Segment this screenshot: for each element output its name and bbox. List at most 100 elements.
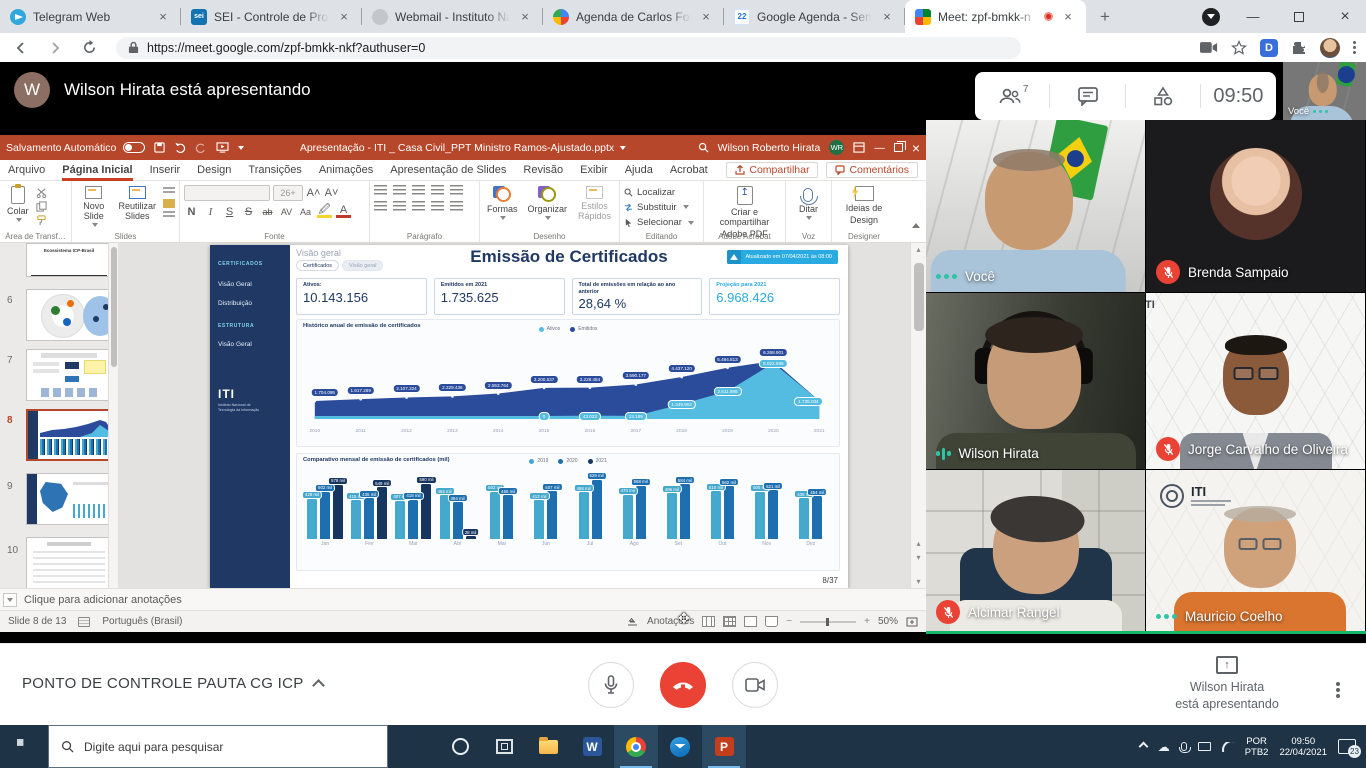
cortana-button[interactable] (438, 725, 482, 768)
ppt-minimize-button[interactable]: — (874, 142, 885, 154)
video-tile-wilson[interactable]: Wilson Hirata (926, 293, 1146, 470)
ppt-menu-tab[interactable]: Transições (248, 160, 301, 181)
minimize-button[interactable]: — (1232, 0, 1274, 33)
numbering-icon[interactable] (393, 185, 406, 196)
font-name-box[interactable] (184, 185, 270, 201)
tab-close-icon[interactable]: × (1060, 9, 1076, 25)
undo-icon[interactable] (173, 141, 187, 155)
tray-expand-icon[interactable] (1140, 743, 1147, 750)
thumbnail-scrollbar[interactable] (108, 243, 118, 588)
close-button[interactable]: × (1324, 0, 1366, 33)
bold-icon[interactable]: N (184, 206, 199, 218)
extension-d-icon[interactable]: D (1260, 39, 1278, 57)
thumbnail-slide-8-selected[interactable] (26, 409, 112, 461)
slide-canvas[interactable]: CERTIFICADOS Visão Geral Distribuição ES… (130, 243, 910, 588)
vertical-scrollbar[interactable]: ▴ ▴ ▾ ▾ (910, 243, 926, 588)
scroll-down-icon[interactable]: ▾ (911, 577, 926, 586)
activities-button[interactable] (1126, 72, 1201, 120)
participants-button[interactable]: 7 (975, 72, 1050, 120)
onedrive-cloud-icon[interactable]: ☁ (1158, 740, 1170, 754)
replace-button[interactable]: Substituir (624, 201, 689, 213)
ppt-menu-tab[interactable]: Exibir (580, 160, 608, 181)
clock-indicator[interactable]: 09:5022/04/2021 (1279, 736, 1327, 758)
strikethrough-icon[interactable]: S (241, 206, 256, 218)
extensions-puzzle-icon[interactable] (1291, 40, 1307, 56)
previous-slide-icon[interactable]: ▴ (911, 539, 926, 548)
forward-icon[interactable] (42, 35, 68, 61)
ppt-titlebar[interactable]: Salvamento Automático Apresentação - ITI… (0, 135, 926, 160)
tab-close-icon[interactable]: × (155, 9, 171, 25)
tab-close-icon[interactable]: × (517, 9, 533, 25)
align-right-icon[interactable] (412, 201, 425, 212)
arrange-button[interactable]: Organizar (525, 185, 571, 221)
design-ideas-button[interactable]: Ideias deDesign (843, 185, 886, 226)
normal-view-icon[interactable] (702, 616, 715, 627)
back-icon[interactable] (8, 35, 34, 61)
redo-icon[interactable] (194, 141, 208, 155)
action-center-icon[interactable]: 23 (1338, 739, 1356, 754)
copy-icon[interactable] (36, 201, 47, 212)
tab-close-icon[interactable]: × (698, 9, 714, 25)
profile-avatar[interactable] (1320, 38, 1340, 58)
collapse-notes-icon[interactable] (3, 593, 17, 607)
tab-sei[interactable]: sei SEI - Controle de Proc × (181, 0, 362, 33)
language-label[interactable]: Português (Brasil) (102, 616, 182, 627)
tab-close-icon[interactable]: × (336, 9, 352, 25)
start-button[interactable] (0, 725, 48, 768)
thumbnail-slide-5[interactable]: Ecossistema ICP-Brasil (26, 243, 112, 277)
next-slide-icon[interactable]: ▾ (911, 553, 926, 562)
mail-button[interactable] (658, 725, 702, 768)
start-slideshow-icon[interactable] (215, 141, 229, 155)
powerpoint-button[interactable]: P (702, 725, 746, 768)
autosave-toggle[interactable] (123, 142, 145, 153)
more-options-icon[interactable] (1336, 680, 1340, 700)
mic-button[interactable] (588, 662, 634, 708)
tab-telegram[interactable]: Telegram Web × (0, 0, 181, 33)
taskbar-search-input[interactable]: Digite aqui para pesquisar (48, 725, 388, 768)
font-size-box[interactable]: 26+ (273, 185, 303, 201)
scroll-up-icon[interactable]: ▴ (911, 245, 926, 254)
slide-sorter-icon[interactable] (723, 616, 736, 627)
self-view-tile[interactable]: Você (1283, 62, 1366, 120)
font-color-icon[interactable]: A (336, 206, 351, 218)
ppt-menu-tab[interactable]: Design (197, 160, 231, 181)
paste-button[interactable]: Colar (4, 185, 32, 223)
slide-thumbnail-panel[interactable]: Ecossistema ICP-Brasil 6 7 (0, 243, 118, 588)
thumbnail-slide-9[interactable] (26, 473, 112, 525)
fit-to-window-icon[interactable] (906, 616, 918, 628)
slideshow-icon[interactable] (765, 616, 778, 627)
new-slide-button[interactable]: Novo Slide (76, 185, 111, 228)
reset-icon[interactable] (163, 199, 175, 208)
ppt-restore-button[interactable] (894, 143, 903, 152)
reading-view-icon[interactable] (744, 616, 757, 627)
qat-customize-icon[interactable] (238, 146, 244, 150)
network-icon[interactable] (1222, 742, 1234, 752)
comments-button[interactable]: Comentários (826, 162, 918, 178)
new-tab-button[interactable]: + (1092, 4, 1118, 30)
chat-button[interactable] (1050, 72, 1125, 120)
section-icon[interactable] (163, 211, 175, 220)
shapes-button[interactable]: Formas (484, 185, 521, 221)
ppt-menu-tab[interactable]: Apresentação de Slides (390, 160, 506, 181)
maximize-button[interactable] (1278, 0, 1320, 33)
video-tile-mauricio[interactable]: ITI Mauricio Coelho (1146, 470, 1366, 633)
bullets-icon[interactable] (374, 185, 387, 196)
dictate-button[interactable]: Ditar (796, 185, 821, 221)
word-button[interactable]: W (570, 725, 614, 768)
indent-decrease-icon[interactable] (412, 185, 425, 196)
thumbnail-slide-6[interactable] (26, 289, 112, 341)
zoom-in-icon[interactable]: + (864, 616, 870, 627)
find-button[interactable]: Localizar (624, 186, 675, 198)
save-icon[interactable] (152, 141, 166, 155)
zoom-slider[interactable] (800, 621, 856, 623)
video-tile-alcimar[interactable]: Alcimar Rangel (926, 470, 1146, 633)
highlight-icon[interactable]: 🖉 (317, 206, 332, 218)
change-case-icon[interactable]: Aa (298, 207, 313, 217)
thumbnail-slide-7[interactable] (26, 349, 112, 401)
ppt-menu-tab[interactable]: Animações (319, 160, 373, 181)
ppt-menu-tab[interactable]: Página Inicial (62, 160, 132, 181)
line-spacing-icon[interactable] (450, 185, 463, 196)
notes-toggle-icon[interactable] (626, 617, 639, 627)
zoom-out-icon[interactable]: − (786, 616, 792, 627)
select-button[interactable]: Selecionar (624, 217, 694, 229)
